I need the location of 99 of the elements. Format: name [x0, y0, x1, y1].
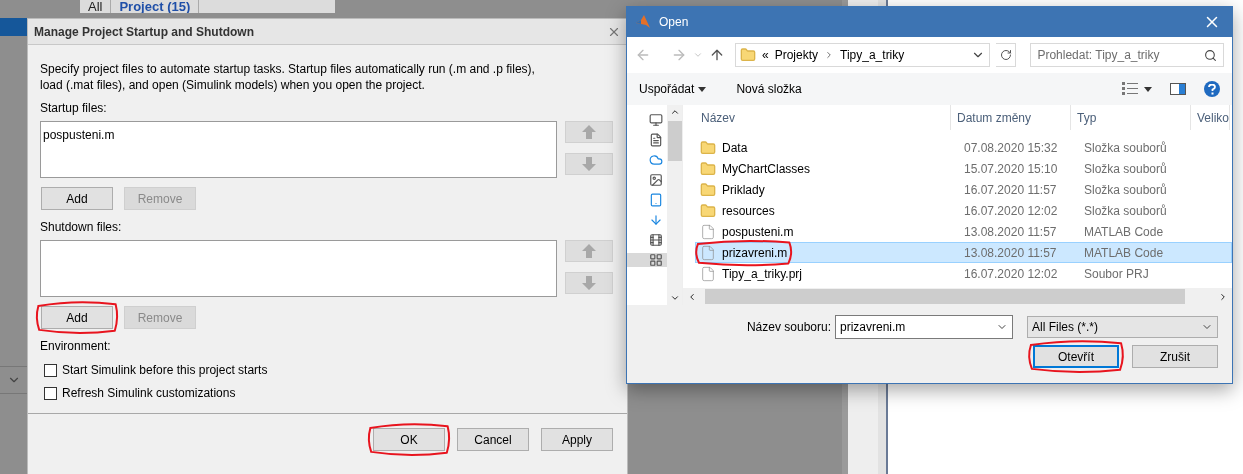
filename-field[interactable]: prizavreni.m	[835, 315, 1013, 339]
breadcrumb[interactable]: Projekty	[774, 48, 819, 62]
folder-icon	[740, 47, 756, 63]
file-date: 13.08.2020 11:57	[964, 245, 1058, 260]
file-type-select[interactable]: All Files (*.*)	[1027, 316, 1218, 338]
file-name: prizavreni.m	[722, 245, 788, 260]
checkbox[interactable]	[44, 363, 57, 377]
column-header[interactable]: Název	[695, 105, 951, 130]
tablet-icon[interactable]	[649, 193, 663, 207]
file-date: 13.08.2020 11:57	[964, 224, 1058, 239]
file-date: 07.08.2020 15:32	[964, 140, 1059, 155]
dialog-button[interactable]: OK	[373, 428, 445, 451]
selected-row	[0, 18, 30, 36]
down-arrow-icon	[581, 275, 597, 291]
file-icon	[700, 244, 716, 261]
breadcrumb[interactable]: Tipy_a_triky	[840, 48, 905, 62]
file-type: Složka souborů	[1084, 182, 1168, 197]
file-row[interactable]: Priklady 16.07.2020 11:57 Složka souborů	[695, 179, 1232, 200]
view-list-icon[interactable]	[1122, 82, 1138, 96]
scrollbar-thumb[interactable]	[667, 121, 682, 161]
image-icon[interactable]	[649, 173, 663, 187]
file-row[interactable]: MyChartClasses 15.07.2020 15:10 Složka souborů	[695, 158, 1232, 179]
grid-icon[interactable]	[649, 253, 663, 267]
dialog-title: Open	[659, 15, 690, 29]
dialog-button[interactable]: Zrušit	[1132, 345, 1218, 368]
section-label: Environment:	[40, 339, 112, 353]
file-row[interactable]: pospusteni.m 13.08.2020 11:57 MATLAB Code	[695, 221, 1232, 242]
file-name: resources	[722, 203, 775, 218]
refresh-icon	[999, 49, 1012, 61]
file-type: Složka souborů	[1084, 140, 1168, 155]
file-row[interactable]: resources 16.07.2020 12:02 Složka souborů	[695, 200, 1232, 221]
file-type: MATLAB Code	[1084, 245, 1165, 260]
file-date: 15.07.2020 15:10	[964, 161, 1059, 176]
file-type: Soubor PRJ	[1084, 266, 1150, 281]
field-label: Startup files:	[40, 101, 108, 115]
column-header[interactable]: Veliko	[1191, 105, 1231, 130]
help-icon[interactable]	[1204, 81, 1220, 97]
scroll-down-icon[interactable]	[669, 293, 680, 303]
document-icon[interactable]	[649, 133, 663, 147]
scroll-up-icon[interactable]	[669, 107, 680, 117]
dialog-button[interactable]: Cancel	[457, 428, 529, 451]
folder-icon	[700, 181, 716, 198]
field-label: Název souboru:	[746, 320, 831, 334]
file-date: 16.07.2020 12:02	[964, 203, 1059, 218]
toolbar-button[interactable]: Uspořádat	[639, 82, 707, 96]
cloud-icon[interactable]	[649, 153, 663, 167]
add-button[interactable]: Add	[41, 187, 113, 210]
address-bar[interactable]: « Projekty Tipy_a_triky	[735, 43, 991, 67]
file-date: 16.07.2020 12:02	[964, 266, 1059, 281]
file-list[interactable]: pospusteni.m	[40, 121, 557, 178]
file-type: MATLAB Code	[1084, 224, 1165, 239]
checkbox-label: Refresh Simulink customizations	[62, 386, 236, 400]
path-overflow[interactable]: «	[762, 48, 769, 62]
file-name: Data	[722, 140, 748, 155]
file-row[interactable]: Data 07.08.2020 15:32 Složka souborů	[695, 137, 1232, 158]
file-name: Priklady	[722, 182, 765, 197]
down-arrow-icon	[581, 156, 597, 172]
tab[interactable]: All	[80, 0, 112, 13]
column-header[interactable]: Typ	[1071, 105, 1191, 130]
search-field[interactable]: Prohledat: Tipy_a_triky	[1030, 43, 1224, 67]
file-list[interactable]	[40, 240, 557, 297]
file-date: 16.07.2020 11:57	[964, 182, 1058, 197]
monitor-icon[interactable]	[649, 113, 663, 127]
file-name: MyChartClasses	[722, 161, 811, 176]
add-button[interactable]: Add	[41, 306, 113, 329]
logo-icon	[635, 14, 651, 30]
up-arrow-icon	[581, 243, 597, 259]
film-icon[interactable]	[649, 233, 663, 247]
list-item[interactable]: pospusteni.m	[43, 128, 115, 142]
folder-icon	[700, 202, 716, 219]
checkbox-label: Start Simulink before this project starts	[62, 363, 268, 377]
caret-icon[interactable]	[1144, 86, 1152, 92]
tab[interactable]: Project (15)	[111, 0, 200, 13]
file-name: pospusteni.m	[722, 224, 794, 239]
caret-icon	[698, 86, 707, 92]
scroll-right-icon[interactable]	[1218, 291, 1228, 302]
dialog-button[interactable]: Otevřít	[1033, 345, 1119, 368]
dialog-button[interactable]: Apply	[541, 428, 613, 451]
column-header[interactable]: Datum změny	[951, 105, 1071, 130]
folder-icon	[700, 160, 716, 177]
up-arrow-icon	[581, 124, 597, 140]
scrollbar-thumb[interactable]	[705, 289, 1185, 304]
description-text: Specify project files to automate startup tasks. Startup files automatically run (.m and .p files), load (.mat files), and open (Simulink models) when you open the project.	[40, 61, 536, 93]
scroll-left-icon[interactable]	[687, 291, 697, 302]
up-icon[interactable]	[709, 47, 725, 63]
file-row[interactable]: Tipy_a_triky.prj 16.07.2020 12:02 Soubor PRJ	[695, 263, 1232, 284]
search-icon	[1204, 48, 1217, 62]
checkbox[interactable]	[44, 386, 57, 400]
file-icon	[700, 265, 716, 282]
field-label: Shutdown files:	[40, 220, 123, 234]
file-type: Složka souborů	[1084, 203, 1168, 218]
preview-pane-icon[interactable]	[1170, 83, 1186, 95]
file-icon	[700, 223, 716, 240]
file-type: Složka souborů	[1084, 161, 1168, 176]
file-name: Tipy_a_triky.prj	[722, 266, 803, 281]
dialog-title: Manage Project Startup and Shutdown	[34, 24, 254, 39]
folder-icon	[700, 139, 716, 156]
refresh-button[interactable]	[996, 43, 1017, 67]
toolbar-button[interactable]: Nová složka	[736, 82, 802, 96]
